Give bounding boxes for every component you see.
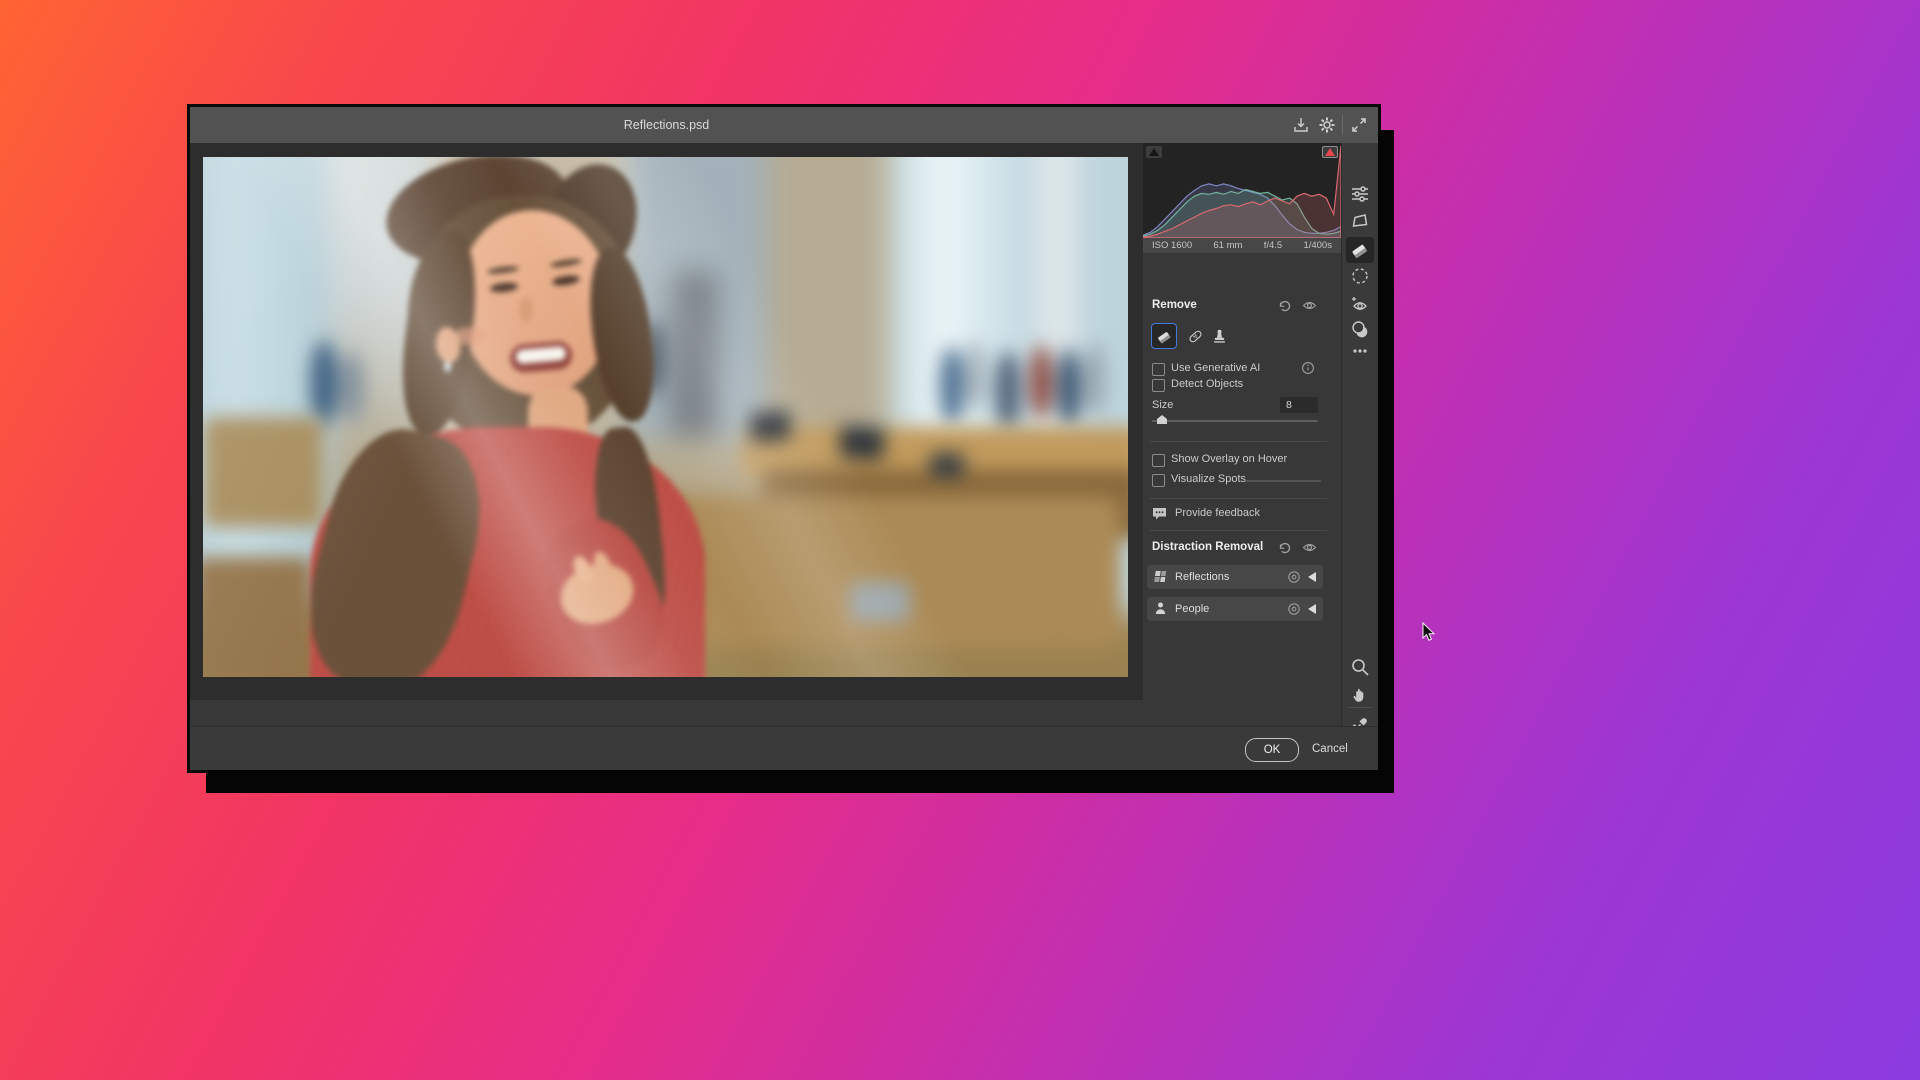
size-label: Size	[1152, 399, 1173, 411]
red-eye-tool-icon[interactable]	[1350, 293, 1370, 313]
people-label: People	[1175, 597, 1209, 621]
feedback-bubble-icon[interactable]	[1151, 505, 1168, 522]
heal-tool[interactable]	[1183, 324, 1207, 348]
show-overlay-label: Show Overlay on Hover	[1171, 453, 1287, 465]
reflections-label: Reflections	[1175, 565, 1229, 589]
show-overlay-checkbox[interactable]	[1152, 454, 1165, 467]
hand-pan-icon[interactable]	[1350, 683, 1370, 703]
app-window: Reflections.psd	[190, 107, 1378, 770]
cancel-button[interactable]: Cancel	[1312, 738, 1348, 760]
canvas-area: Fit (157.4%) 100%	[190, 143, 1143, 700]
exif-aperture: f/4.5	[1264, 240, 1283, 251]
toolbar-divider	[1349, 707, 1371, 708]
remove-eraser-tool-icon[interactable]	[1350, 240, 1370, 260]
reflections-icon	[1153, 569, 1168, 584]
detect-objects-checkbox[interactable]	[1152, 379, 1165, 392]
people-eye-icon[interactable]	[1287, 602, 1301, 616]
mouse-cursor	[1422, 622, 1436, 643]
people-collapse-arrow[interactable]	[1308, 604, 1316, 614]
people-layer-row[interactable]: People	[1147, 597, 1323, 621]
window-title: Reflections.psd	[190, 107, 1143, 143]
presets-circles-icon[interactable]	[1350, 319, 1370, 339]
detect-objects-label: Detect Objects	[1171, 378, 1243, 390]
people-icon	[1153, 601, 1168, 616]
reset-distraction-icon[interactable]	[1277, 540, 1292, 555]
settings-gear-icon[interactable]	[1318, 116, 1336, 134]
exif-shutter: 1/400s	[1303, 240, 1332, 251]
remove-section-title: Remove	[1152, 299, 1197, 311]
histogram	[1143, 143, 1341, 238]
visualize-spots-checkbox[interactable]	[1152, 474, 1165, 487]
remove-preview-eye-icon[interactable]	[1302, 298, 1317, 313]
size-value-field[interactable]: 8	[1280, 397, 1318, 413]
exif-focal-length: 61 mm	[1213, 240, 1242, 251]
title-bar: Reflections.psd	[190, 107, 1378, 143]
reflections-eye-icon[interactable]	[1287, 570, 1301, 584]
remove-eraser-tool[interactable]	[1152, 324, 1176, 348]
exif-info-bar: ISO 1600 61 mm f/4.5 1/400s	[1143, 238, 1341, 253]
reset-remove-icon[interactable]	[1277, 298, 1292, 313]
reflections-collapse-arrow[interactable]	[1308, 572, 1316, 582]
photo-haze	[203, 157, 1128, 677]
highlight-clipping-indicator[interactable]	[1322, 146, 1338, 158]
panel-divider	[1150, 441, 1327, 442]
reflections-layer-row[interactable]: Reflections	[1147, 565, 1323, 589]
zoom-magnifier-icon[interactable]	[1350, 657, 1370, 677]
distraction-preview-eye-icon[interactable]	[1302, 540, 1317, 555]
shadow-clipping-indicator[interactable]	[1146, 146, 1162, 158]
titlebar-divider	[1342, 115, 1343, 135]
size-slider-thumb[interactable]	[1157, 415, 1167, 424]
info-icon[interactable]	[1301, 361, 1315, 375]
export-download-icon[interactable]	[1292, 116, 1310, 134]
crop-transform-icon[interactable]	[1350, 211, 1370, 231]
tool-strip	[1341, 143, 1378, 726]
more-options-icon[interactable]	[1350, 341, 1370, 361]
distraction-removal-title: Distraction Removal	[1152, 541, 1263, 553]
dialog-footer: OK Cancel	[190, 726, 1378, 770]
masking-dashed-circle-icon[interactable]	[1350, 266, 1370, 286]
panel-divider-2	[1150, 498, 1327, 499]
use-generative-ai-checkbox[interactable]	[1152, 363, 1165, 376]
size-slider-track[interactable]	[1152, 420, 1318, 422]
edit-sliders-icon[interactable]	[1350, 184, 1370, 204]
clone-stamp-tool[interactable]	[1207, 324, 1231, 348]
ok-button[interactable]: OK	[1245, 738, 1299, 762]
visualize-spots-label: Visualize Spots	[1171, 473, 1246, 485]
use-generative-ai-label: Use Generative AI	[1171, 362, 1260, 374]
visualize-spots-slider[interactable]	[1245, 480, 1321, 482]
provide-feedback-link[interactable]: Provide feedback	[1175, 507, 1260, 519]
panel-divider-3	[1150, 530, 1327, 531]
fullscreen-expand-icon[interactable]	[1350, 116, 1368, 134]
edit-panel: ISO 1600 61 mm f/4.5 1/400s Remove Use G…	[1143, 143, 1341, 726]
exif-iso: ISO 1600	[1152, 240, 1192, 251]
canvas-image[interactable]	[203, 157, 1128, 677]
